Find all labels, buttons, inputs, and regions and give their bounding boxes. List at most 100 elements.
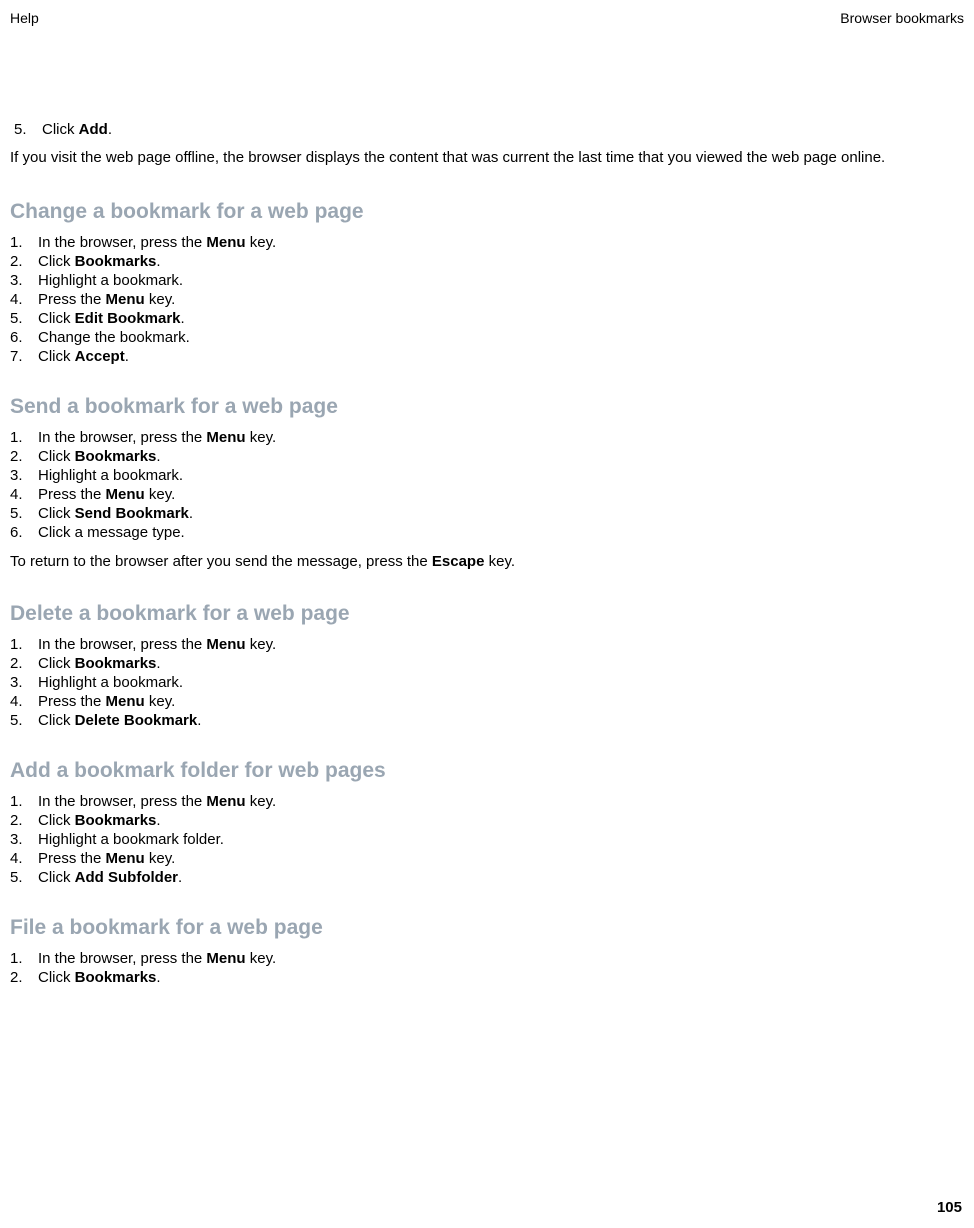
step-pre: Press the [38,850,106,867]
step-post: . [156,655,160,672]
step-line: 4.Press the Menu key. [10,291,964,308]
step-bold: Menu [206,234,245,251]
step-line: 2.Click Bookmarks. [10,253,964,270]
step-bold: Menu [106,486,145,503]
step-line: 3.Highlight a bookmark folder. [10,831,964,848]
section-block: Change a bookmark for a web page1.In the… [10,200,964,365]
section-title: Add a bookmark folder for web pages [10,759,964,783]
step-line: 5.Click Edit Bookmark. [10,310,964,327]
step-number: 5. [10,310,38,327]
step-pre: Click [38,812,75,829]
step-pre: Click [38,969,75,986]
step-list: 1.In the browser, press the Menu key. 2.C… [10,234,964,365]
step-number: 5. [10,712,38,729]
step-post: . [178,869,182,886]
step-post: . [125,348,129,365]
step-pre: Click [42,121,79,138]
step-pre: In the browser, press the [38,636,206,653]
step-line: 2.Click Bookmarks. [10,448,964,465]
step-number: 1. [10,429,38,446]
step-number: 1. [10,950,38,967]
step-text: Highlight a bookmark. [38,272,964,289]
step-number: 4. [10,693,38,710]
step-pre: In the browser, press the [38,429,206,446]
step-bold: Edit Bookmark [75,310,181,327]
step-text: In the browser, press the Menu key. [38,950,964,967]
step-pre: Press the [38,291,106,308]
step-pre: Highlight a bookmark folder. [38,831,224,848]
step-line: 1.In the browser, press the Menu key. [10,234,964,251]
step-text: Click Add Subfolder. [38,869,964,886]
step-list: 1.In the browser, press the Menu key. 2.C… [10,636,964,729]
step-line: 5.Click Add Subfolder. [10,869,964,886]
step-post: key. [145,850,176,867]
step-line: 5.Click Send Bookmark. [10,505,964,522]
page-header: Help Browser bookmarks [10,10,964,26]
step-text: Press the Menu key. [38,850,964,867]
step-bold: Add [79,121,108,138]
step-text: Highlight a bookmark. [38,467,964,484]
step-line: 2.Click Bookmarks. [10,655,964,672]
step-pre: Press the [38,486,106,503]
step-text: Click Bookmarks. [38,448,964,465]
step-pre: Click [38,253,75,270]
step-bold: Menu [106,850,145,867]
step-text: Click Bookmarks. [38,253,964,270]
step-post: . [156,448,160,465]
step-bold: Add Subfolder [75,869,178,886]
step-text: Click Edit Bookmark. [38,310,964,327]
step-pre: Click [38,310,75,327]
step-bold: Delete Bookmark [75,712,198,729]
step-line: 1.In the browser, press the Menu key. [10,429,964,446]
step-post: . [108,121,112,138]
section-title: File a bookmark for a web page [10,916,964,940]
step-bold: Accept [75,348,125,365]
step-post: . [197,712,201,729]
step-number: 6. [10,329,38,346]
step-text: In the browser, press the Menu key. [38,793,964,810]
step-line: 3.Highlight a bookmark. [10,272,964,289]
step-pre: In the browser, press the [38,793,206,810]
step-number: 3. [10,467,38,484]
step-pre: In the browser, press the [38,234,206,251]
step-number: 5. [10,869,38,886]
step-post: key. [145,291,176,308]
step-line: 4.Press the Menu key. [10,850,964,867]
step-line: 5. Click Add. [10,121,964,138]
section-block: File a bookmark for a web page 1.In the b… [10,916,964,986]
step-bold: Bookmarks [75,448,157,465]
step-pre: Click a message type. [38,524,185,541]
step-bold: Menu [206,636,245,653]
step-list: 1.In the browser, press the Menu key. 2.C… [10,950,964,986]
step-line: 7.Click Accept. [10,348,964,365]
step-number: 3. [10,674,38,691]
step-bold: Bookmarks [75,812,157,829]
step-text: Highlight a bookmark folder. [38,831,964,848]
step-text: Click a message type. [38,524,964,541]
step-line: 3.Highlight a bookmark. [10,467,964,484]
step-pre: In the browser, press the [38,950,206,967]
page-number: 105 [937,1199,962,1216]
step-text: Press the Menu key. [38,693,964,710]
step-line: 4.Press the Menu key. [10,486,964,503]
para-pre: To return to the browser after you send … [10,553,432,570]
section-title: Send a bookmark for a web page [10,395,964,419]
page-content: 5. Click Add. If you visit the web page … [10,121,964,986]
section-title: Delete a bookmark for a web page [10,602,964,626]
step-pre: Click [38,712,75,729]
step-text: In the browser, press the Menu key. [38,636,964,653]
step-line: 1.In the browser, press the Menu key. [10,950,964,967]
step-number: 1. [10,636,38,653]
step-pre: Click [38,348,75,365]
step-text: Press the Menu key. [38,291,964,308]
step-pre: Highlight a bookmark. [38,272,183,289]
step-text: Click Bookmarks. [38,969,964,986]
step-number: 3. [10,831,38,848]
step-post: key. [145,693,176,710]
step-pre: Highlight a bookmark. [38,674,183,691]
step-line: 2.Click Bookmarks. [10,969,964,986]
step-list: 1.In the browser, press the Menu key.2.C… [10,429,964,541]
step-pre: Click [38,448,75,465]
step-text: Click Delete Bookmark. [38,712,964,729]
step-number: 4. [10,486,38,503]
